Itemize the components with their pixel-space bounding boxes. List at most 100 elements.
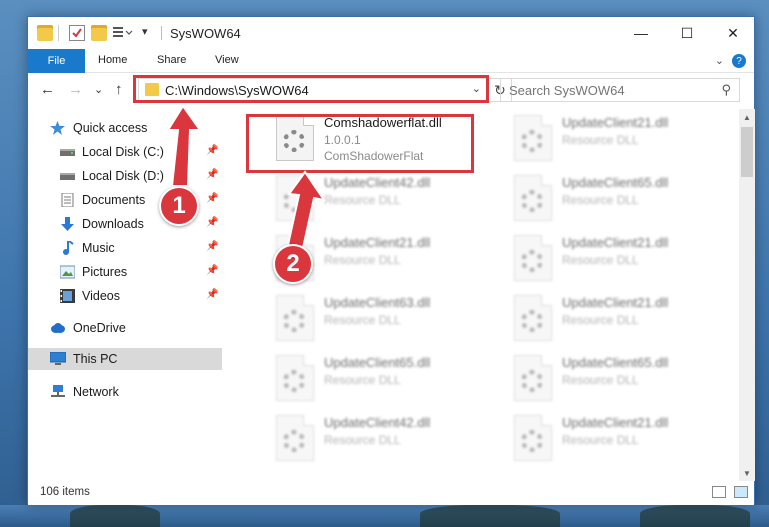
gear-icon [283,370,305,392]
tiles-view-button[interactable] [734,486,748,498]
file-description: Resource DLL [324,373,401,387]
sidebar-item-label: Music [82,241,115,255]
download-icon [60,217,75,231]
file-name: UpdateClient21.dll [562,295,669,310]
file-name: UpdateClient65.dll [324,355,431,370]
status-bar: 106 items [28,481,754,505]
pin-icon[interactable]: 📌 [206,265,218,276]
sidebar-item-this-pc[interactable]: This PC [28,348,222,370]
sidebar-item-label: This PC [73,352,118,366]
gear-icon [283,190,305,212]
desktop-palm-tree [640,505,750,527]
file-item[interactable]: UpdateClient21.dll Resource DLL [514,293,734,349]
sidebar-item-videos[interactable]: Videos 📌 [28,285,222,307]
scroll-down-button[interactable]: ▼ [739,465,755,481]
gear-icon [283,430,305,452]
dll-file-icon [276,415,314,461]
properties-icon[interactable] [69,25,85,41]
dll-file-icon [514,175,552,221]
tab-home[interactable]: Home [98,54,127,66]
search-input[interactable] [501,79,711,101]
navigation-pane: Quick access Local Disk (C:) 📌 Local Dis… [28,109,222,481]
file-item[interactable]: UpdateClient65.dll Resource DLL [276,353,496,409]
search-icon[interactable]: ⚲ [721,82,731,98]
pin-icon[interactable]: 📌 [206,241,218,252]
sidebar-item-label: OneDrive [73,321,126,335]
sidebar-item-pictures[interactable]: Pictures 📌 [28,261,222,283]
file-item[interactable]: UpdateClient63.dll Resource DLL [276,293,496,349]
documents-icon [60,192,75,208]
up-button[interactable]: ↑ [115,81,123,98]
file-description: Resource DLL [562,313,639,327]
minimize-button[interactable]: — [618,17,664,49]
sidebar-item-label: Documents [82,193,146,207]
search-box[interactable]: ⚲ [500,78,740,102]
dll-file-icon [514,355,552,401]
file-item[interactable]: UpdateClient21.dll Resource DLL [514,233,734,289]
scroll-thumb[interactable] [741,127,753,177]
sidebar-item-quick-access[interactable]: Quick access [28,117,222,139]
tab-share[interactable]: Share [157,54,186,66]
recent-locations-button[interactable]: ⌄ [94,83,103,96]
music-icon [60,240,75,255]
sidebar-item-onedrive[interactable]: OneDrive [28,317,222,339]
file-item[interactable]: UpdateClient21.dll Resource DLL [514,113,734,169]
gear-icon [521,310,543,332]
dll-file-icon [276,175,314,221]
network-icon [50,385,65,399]
file-name: UpdateClient21.dll [324,235,431,250]
file-name: UpdateClient63.dll [324,295,431,310]
pictures-icon [59,265,76,279]
drive-icon [60,145,75,159]
file-item[interactable]: UpdateClient65.dll Resource DLL [514,173,734,229]
pin-icon[interactable]: 📌 [206,193,218,204]
address-bar-highlight [133,75,489,103]
dll-file-icon [514,235,552,281]
file-description: Resource DLL [324,313,401,327]
expand-ribbon-icon[interactable]: ⌄ [715,54,724,68]
sidebar-item-label: Quick access [73,121,148,135]
gear-icon [521,370,543,392]
pin-icon[interactable]: 📌 [206,217,218,228]
gear-icon [521,250,543,272]
tab-view[interactable]: View [215,54,239,66]
help-icon[interactable]: ? [732,54,746,68]
sidebar-item-local-disk-c[interactable]: Local Disk (C:) 📌 [28,141,222,163]
desktop-palm-tree [70,505,160,527]
gear-icon [521,430,543,452]
sidebar-item-label: Videos [82,289,120,303]
file-description: Resource DLL [562,193,639,207]
file-item[interactable]: UpdateClient42.dll Resource DLL [276,413,496,469]
maximize-button[interactable]: ☐ [664,17,710,49]
file-description: Resource DLL [562,253,639,267]
sidebar-item-network[interactable]: Network [28,381,222,403]
title-bar[interactable]: ▾ SysWOW64 — ☐ ✕ [28,17,754,49]
toolbar-dropdown-icon[interactable]: ▾ [142,25,158,41]
file-item[interactable]: UpdateClient42.dll Resource DLL [276,173,496,229]
new-folder-icon[interactable] [91,25,107,41]
file-name: UpdateClient65.dll [562,355,669,370]
window-title: SysWOW64 [170,26,241,41]
file-description: Resource DLL [324,193,401,207]
sidebar-item-music[interactable]: Music 📌 [28,237,222,259]
file-item[interactable]: UpdateClient65.dll Resource DLL [514,353,734,409]
back-button[interactable]: ← [40,81,55,98]
tab-file[interactable]: File [28,49,85,73]
pin-icon[interactable]: 📌 [206,145,218,156]
dll-file-icon [514,415,552,461]
vertical-scrollbar[interactable]: ▲ ▼ [739,109,755,481]
details-view-button[interactable] [712,486,726,498]
gear-icon [283,310,305,332]
scroll-up-button[interactable]: ▲ [739,109,755,125]
customize-toolbar-icon[interactable] [112,25,133,41]
sidebar-item-label: Network [73,385,119,399]
forward-button[interactable]: → [68,81,83,98]
close-button[interactable]: ✕ [710,17,756,49]
pin-icon[interactable]: 📌 [206,169,218,180]
sidebar-item-local-disk-d[interactable]: Local Disk (D:) 📌 [28,165,222,187]
file-description: Resource DLL [324,433,401,447]
sidebar-item-label: Local Disk (C:) [82,145,164,159]
file-item[interactable]: UpdateClient21.dll Resource DLL [514,413,734,469]
file-name: UpdateClient42.dll [324,415,431,430]
pin-icon[interactable]: 📌 [206,289,218,300]
